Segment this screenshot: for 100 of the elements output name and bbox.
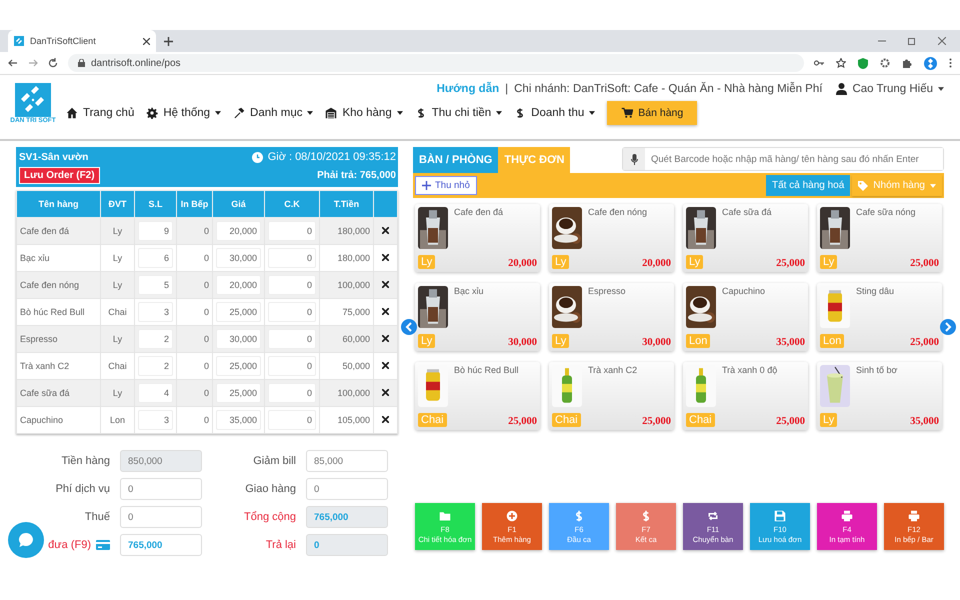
search-field[interactable]: Quét Barcode hoặc nhập mã hàng/ tên hàng sau đó nhấn Enter bbox=[622, 147, 944, 171]
price-field[interactable]: 25,000 bbox=[216, 383, 261, 403]
product-card[interactable]: Cafe sữa nóng Ly 25,000 bbox=[817, 204, 942, 272]
key-icon[interactable] bbox=[814, 60, 824, 66]
discount-field[interactable]: 0 bbox=[268, 356, 316, 376]
product-card[interactable]: Trà xanh 0 độ Chai 25,000 bbox=[683, 362, 808, 430]
browser-tab[interactable]: DanTriSoftClient bbox=[8, 30, 156, 52]
product-name: Bò húc Red Bull bbox=[454, 365, 520, 377]
amount-field[interactable]: 0 bbox=[306, 478, 388, 500]
product-price: 25,000 bbox=[776, 416, 805, 427]
price-field[interactable]: 20,000 bbox=[216, 275, 261, 295]
shield-icon[interactable] bbox=[858, 58, 868, 68]
field-label: Trả lại bbox=[266, 539, 296, 551]
table-cell: Cafe sữa đá bbox=[16, 380, 100, 406]
quantity-field[interactable]: 6 bbox=[138, 248, 173, 268]
product-card[interactable]: Trà xanh C2 Chai 25,000 bbox=[549, 362, 674, 430]
product-price: 25,000 bbox=[910, 258, 939, 269]
delete-icon[interactable] bbox=[382, 281, 389, 288]
amount-field[interactable]: 85,000 bbox=[306, 450, 388, 472]
next-icon[interactable] bbox=[940, 319, 956, 335]
delete-icon[interactable] bbox=[382, 416, 389, 423]
column-header: In Bếp bbox=[176, 190, 212, 218]
quantity-field[interactable]: 3 bbox=[138, 410, 173, 430]
reload-icon[interactable] bbox=[48, 58, 58, 68]
product-card[interactable]: Cafe đen nóng Ly 20,000 bbox=[549, 204, 674, 272]
new-tab-icon[interactable] bbox=[164, 36, 173, 46]
profile-icon[interactable] bbox=[924, 56, 937, 70]
discount-field[interactable]: 0 bbox=[268, 410, 316, 430]
table-cell: Ly bbox=[100, 218, 134, 244]
chat-button[interactable] bbox=[8, 522, 44, 558]
amount-field[interactable]: 850,000 bbox=[120, 450, 202, 472]
delete-icon[interactable] bbox=[382, 308, 389, 315]
product-name: Espresso bbox=[588, 286, 627, 298]
table-cell: Lon bbox=[100, 406, 134, 434]
nav-item[interactable]: Thu chi tiền bbox=[414, 107, 502, 119]
quantity-field[interactable]: 3 bbox=[138, 302, 173, 322]
product-card[interactable]: Cafe đen đá Ly 20,000 bbox=[415, 204, 540, 272]
nav-item[interactable]: Kho hàng bbox=[325, 107, 403, 119]
price-field[interactable]: 25,000 bbox=[216, 356, 261, 376]
unit-label: Ly bbox=[820, 413, 838, 427]
collapse-button[interactable]: Thu nhỏ bbox=[415, 176, 477, 195]
puzzle-icon[interactable] bbox=[902, 58, 912, 68]
discount-field[interactable]: 0 bbox=[268, 248, 316, 268]
nav-item[interactable]: Doanh thu bbox=[514, 107, 596, 119]
menu-icon[interactable] bbox=[949, 58, 952, 68]
address-bar[interactable]: dantrisoft.online/pos bbox=[68, 54, 804, 72]
price-field[interactable]: 35,000 bbox=[216, 410, 261, 430]
discount-field[interactable]: 0 bbox=[268, 302, 316, 322]
quantity-field[interactable]: 2 bbox=[138, 329, 173, 349]
table-cell: 0 bbox=[176, 326, 212, 352]
price-field[interactable]: 20,000 bbox=[216, 221, 261, 241]
price-field[interactable]: 30,000 bbox=[216, 248, 261, 268]
star-icon[interactable] bbox=[836, 58, 846, 68]
product-card[interactable]: Capuchino Lon 35,000 bbox=[683, 283, 808, 351]
amount-field[interactable]: 0 bbox=[120, 506, 202, 528]
delete-icon[interactable] bbox=[382, 335, 389, 342]
quantity-field[interactable]: 5 bbox=[138, 275, 173, 295]
discount-field[interactable]: 0 bbox=[268, 329, 316, 349]
gear-icon[interactable] bbox=[880, 58, 890, 68]
product-card[interactable]: Bò húc Red Bull Chai 25,000 bbox=[415, 362, 540, 430]
tab-title: DanTriSoftClient bbox=[30, 36, 96, 46]
price-field[interactable]: 25,000 bbox=[216, 302, 261, 322]
microphone-icon[interactable] bbox=[630, 154, 638, 164]
discount-field[interactable]: 0 bbox=[268, 383, 316, 403]
product-card[interactable]: Cafe sữa đá Ly 25,000 bbox=[683, 204, 808, 272]
product-card[interactable]: Sinh tố bơ Ly 35,000 bbox=[817, 362, 942, 430]
column-header: Giá bbox=[212, 190, 264, 218]
delete-icon[interactable] bbox=[382, 362, 389, 369]
previous-icon[interactable] bbox=[401, 319, 417, 335]
printer-icon bbox=[841, 510, 853, 522]
save-order-button[interactable]: Lưu Order (F2) bbox=[19, 167, 100, 184]
product-card[interactable]: Sting dâu Lon 25,000 bbox=[817, 283, 942, 351]
close-icon[interactable] bbox=[143, 38, 150, 44]
restore-icon[interactable] bbox=[908, 37, 916, 45]
unit-label: Chai bbox=[552, 413, 581, 427]
quantity-field[interactable]: 9 bbox=[138, 221, 173, 241]
tag-icon bbox=[858, 180, 868, 190]
price-field[interactable]: 30,000 bbox=[216, 329, 261, 349]
product-card[interactable]: Bạc xỉu Ly 30,000 bbox=[415, 283, 540, 351]
close-icon[interactable] bbox=[938, 37, 946, 45]
product-price: 30,000 bbox=[642, 337, 671, 348]
nav-item[interactable]: Danh mục bbox=[233, 107, 314, 119]
nav-item[interactable]: Bán hàng bbox=[607, 101, 698, 125]
quantity-field[interactable]: 4 bbox=[138, 383, 173, 403]
table-cell: Ly bbox=[100, 380, 134, 406]
quantity-field[interactable]: 2 bbox=[138, 356, 173, 376]
discount-field[interactable]: 0 bbox=[268, 221, 316, 241]
logo-icon bbox=[15, 83, 51, 117]
delete-icon[interactable] bbox=[382, 227, 389, 234]
nav-item[interactable]: Hệ thống bbox=[146, 107, 222, 119]
user-menu[interactable]: Cao Trung Hiếu bbox=[836, 83, 944, 95]
delete-icon[interactable] bbox=[382, 389, 389, 396]
product-card[interactable]: Espresso Ly 30,000 bbox=[549, 283, 674, 351]
field-label: Phí dịch vụ bbox=[56, 483, 110, 495]
amount-field[interactable]: 0 bbox=[120, 478, 202, 500]
nav-item[interactable]: Trang chủ bbox=[66, 107, 134, 119]
back-icon[interactable] bbox=[8, 58, 18, 68]
discount-field[interactable]: 0 bbox=[268, 275, 316, 295]
delete-icon[interactable] bbox=[382, 254, 389, 261]
unit-label: Ly bbox=[418, 255, 436, 269]
